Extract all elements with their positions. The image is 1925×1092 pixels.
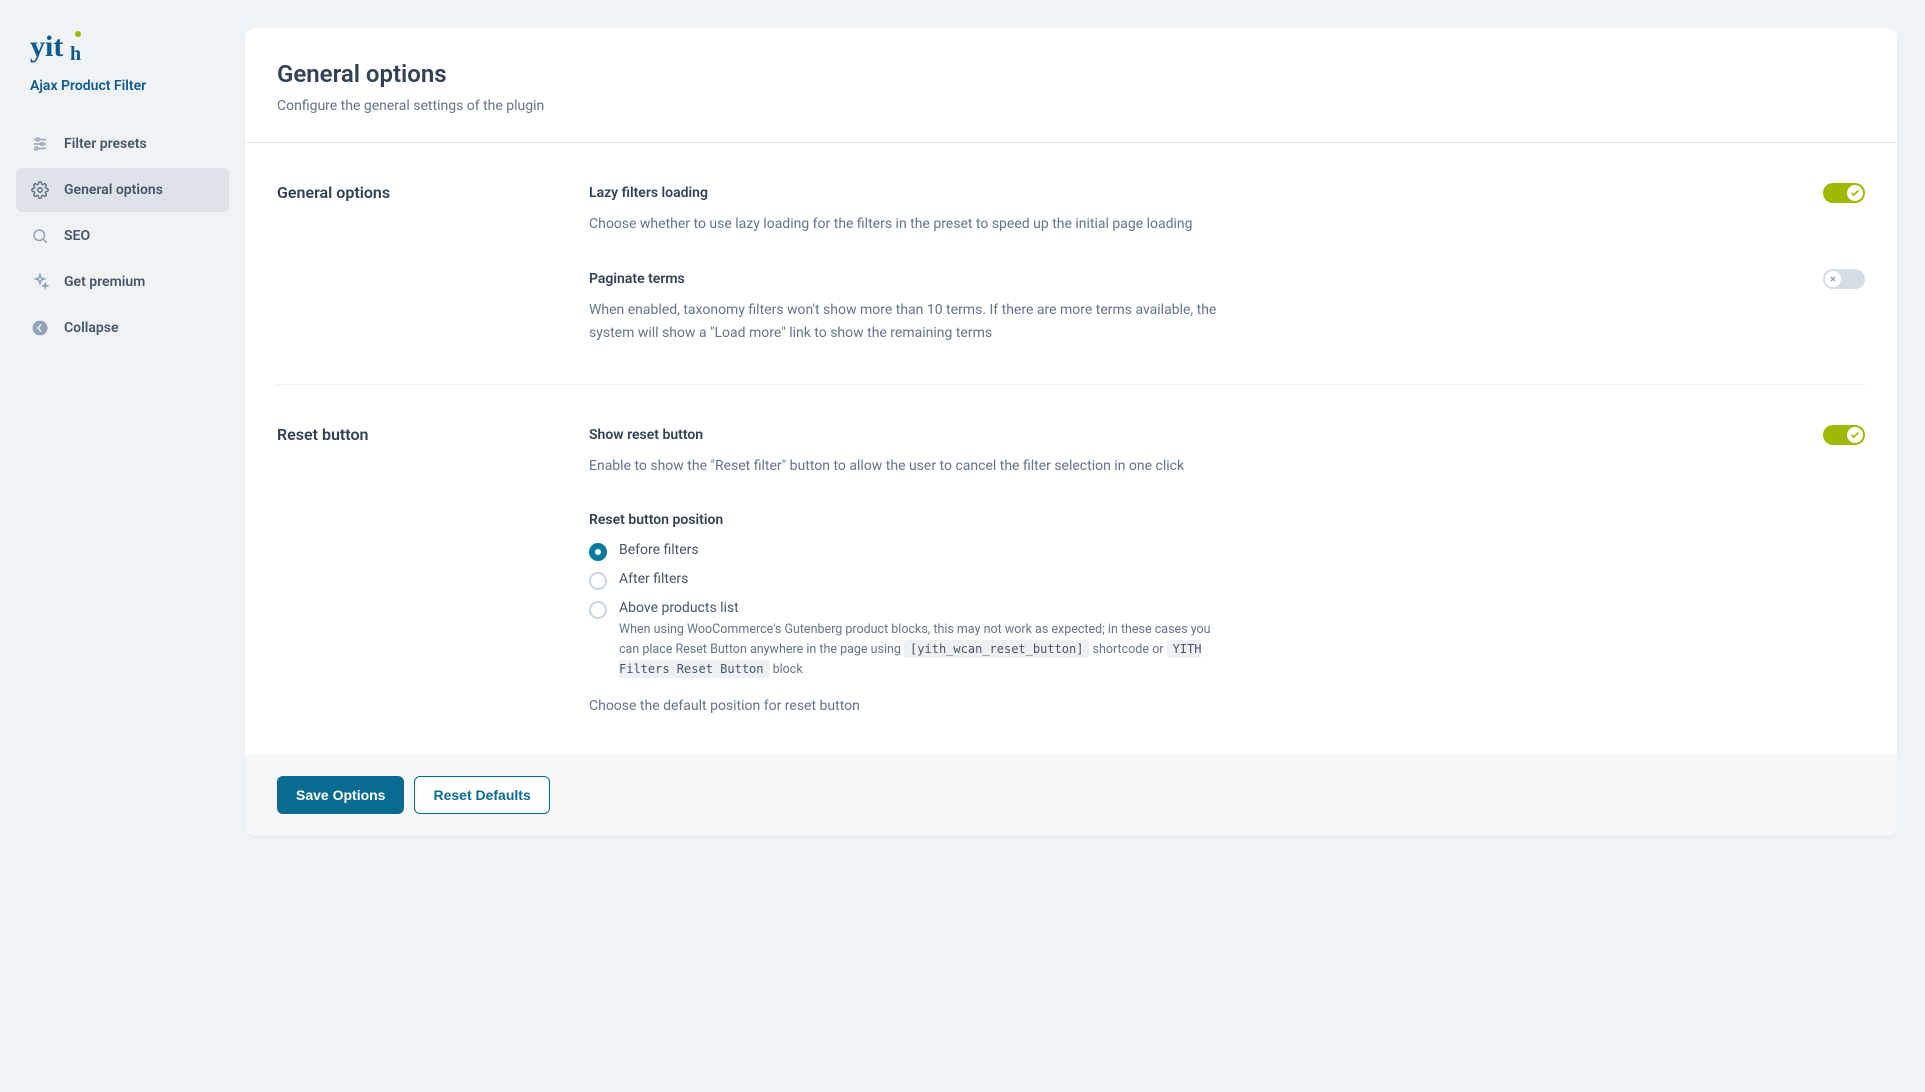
- field-label: Paginate terms: [589, 271, 685, 287]
- sidebar-item-get-premium[interactable]: Get premium: [16, 260, 229, 304]
- reset-defaults-button[interactable]: Reset Defaults: [414, 776, 549, 814]
- x-icon: [1825, 271, 1841, 287]
- field-label: Show reset button: [589, 427, 703, 443]
- field-description: Choose whether to use lazy loading for t…: [589, 213, 1229, 235]
- radio-before-filters[interactable]: Before filters: [589, 542, 1865, 561]
- section-reset-button: Reset button Show reset button: [277, 385, 1865, 753]
- field-label: Reset button position: [589, 512, 1865, 528]
- section-general-options: General options Lazy filters loading: [277, 143, 1865, 385]
- radio-after-filters[interactable]: After filters: [589, 571, 1865, 590]
- lazy-filters-toggle[interactable]: [1823, 183, 1865, 203]
- field-label: Lazy filters loading: [589, 185, 708, 201]
- card-footer: Save Options Reset Defaults: [245, 754, 1897, 836]
- radio-above-products[interactable]: Above products list When using WooCommer…: [589, 600, 1865, 680]
- collapse-icon: [30, 318, 50, 338]
- save-button[interactable]: Save Options: [277, 776, 404, 814]
- sparkle-icon: [30, 272, 50, 292]
- sidebar-item-general-options[interactable]: General options: [16, 168, 229, 212]
- code-chip: [yith_wcan_reset_button]: [904, 640, 1089, 658]
- page-title: General options: [277, 60, 1865, 88]
- field-description: Choose the default position for reset bu…: [589, 698, 1865, 714]
- radio-icon: [589, 572, 607, 590]
- yith-logo: yit h: [0, 28, 245, 78]
- main-content: General options Configure the general se…: [245, 0, 1925, 1092]
- field-paginate-terms: Paginate terms When enabled, taxonomy fi…: [589, 269, 1865, 344]
- check-icon: [1847, 427, 1863, 443]
- radio-hint: When using WooCommerce's Gutenberg produ…: [619, 620, 1229, 680]
- sidebar-item-collapse[interactable]: Collapse: [16, 306, 229, 350]
- sidebar-item-filter-presets[interactable]: Filter presets: [16, 122, 229, 166]
- field-show-reset: Show reset button Enable to show the "Re…: [589, 425, 1865, 477]
- sidebar: yit h Ajax Product Filter Filter presets…: [0, 0, 245, 1092]
- field-description: When enabled, taxonomy filters won't sho…: [589, 299, 1229, 344]
- svg-text:h: h: [70, 43, 81, 65]
- card-header: General options Configure the general se…: [245, 28, 1897, 143]
- sidebar-item-label: General options: [64, 182, 163, 198]
- radio-icon: [589, 543, 607, 561]
- page-subtitle: Configure the general settings of the pl…: [277, 98, 1865, 114]
- radio-label: Above products list: [619, 600, 1229, 616]
- sidebar-item-label: SEO: [64, 228, 90, 244]
- section-title: General options: [277, 183, 589, 344]
- search-icon: [30, 226, 50, 246]
- sliders-icon: [30, 134, 50, 154]
- sidebar-item-label: Collapse: [64, 320, 118, 336]
- plugin-name: Ajax Product Filter: [0, 78, 245, 114]
- sidebar-item-label: Filter presets: [64, 136, 147, 152]
- show-reset-toggle[interactable]: [1823, 425, 1865, 445]
- gear-icon: [30, 180, 50, 200]
- sidebar-nav: Filter presets General options SEO Get p…: [0, 114, 245, 360]
- radio-label: After filters: [619, 571, 688, 587]
- field-lazy-filters: Lazy filters loading Choose whether to u…: [589, 183, 1865, 235]
- radio-label: Before filters: [619, 542, 699, 558]
- paginate-terms-toggle[interactable]: [1823, 269, 1865, 289]
- sidebar-item-seo[interactable]: SEO: [16, 214, 229, 258]
- settings-card: General options Configure the general se…: [245, 28, 1897, 836]
- sidebar-item-label: Get premium: [64, 274, 145, 290]
- check-icon: [1847, 185, 1863, 201]
- field-description: Enable to show the "Reset filter" button…: [589, 455, 1229, 477]
- section-title: Reset button: [277, 425, 589, 713]
- svg-text:yit: yit: [30, 30, 63, 63]
- radio-icon: [589, 601, 607, 619]
- field-reset-position: Reset button position Before filters Aft…: [589, 512, 1865, 714]
